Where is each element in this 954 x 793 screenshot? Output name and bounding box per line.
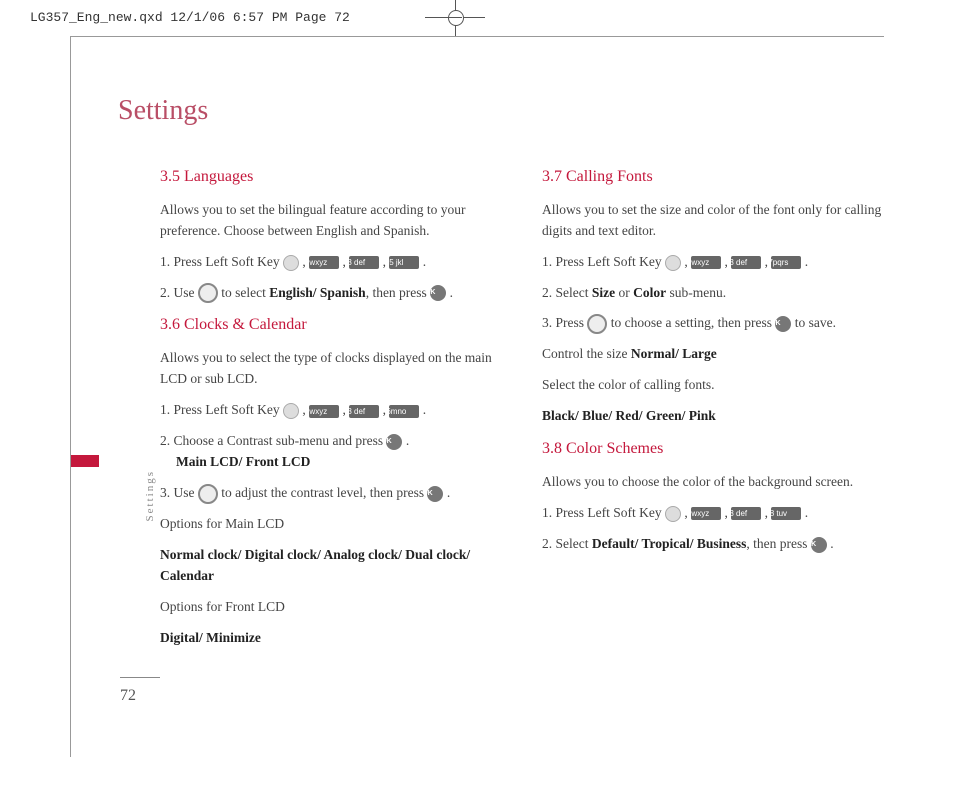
step: 2. Use to select English/ Spanish, then … — [160, 283, 512, 304]
options-values: Digital/ Minimize — [160, 628, 512, 649]
main-content: 3.5 Languages Allows you to set the bili… — [160, 165, 894, 658]
side-label: Settings — [144, 470, 156, 521]
key-5-icon: 5 jkl — [389, 256, 419, 269]
section-intro: Allows you to choose the color of the ba… — [542, 472, 894, 493]
key-6-icon: 6mno — [389, 405, 419, 418]
right-column: 3.7 Calling Fonts Allows you to set the … — [542, 165, 894, 658]
chapter-title: Settings — [118, 95, 208, 127]
step: 1. Press Left Soft Key , 9wxyz , 3 def ,… — [542, 252, 894, 273]
left-softkey-icon — [665, 255, 681, 271]
section-heading-3-6: 3.6 Clocks & Calendar — [160, 313, 512, 338]
step: 3. Use to adjust the contrast level, the… — [160, 483, 512, 504]
key-9-icon: 9wxyz — [691, 507, 721, 520]
step: 1. Press Left Soft Key , 9wxyz , 3 def ,… — [160, 252, 512, 273]
footer-divider — [120, 677, 160, 678]
left-softkey-icon — [283, 403, 299, 419]
key-3-icon: 3 def — [731, 507, 761, 520]
page-number: 72 — [120, 687, 136, 705]
options-label: Options for Main LCD — [160, 514, 512, 535]
document-header: LG357_Eng_new.qxd 12/1/06 6:57 PM Page 7… — [30, 10, 350, 25]
registration-mark — [448, 10, 464, 26]
color-options: Black/ Blue/ Red/ Green/ Pink — [542, 406, 894, 427]
key-3-icon: 3 def — [349, 405, 379, 418]
options-values: Normal clock/ Digital clock/ Analog cloc… — [160, 545, 512, 587]
left-column: 3.5 Languages Allows you to set the bili… — [160, 165, 512, 658]
key-9-icon: 9wxyz — [691, 256, 721, 269]
section-heading-3-5: 3.5 Languages — [160, 165, 512, 190]
page-border — [70, 36, 884, 37]
step: 2. Select Size or Color sub-menu. — [542, 283, 894, 304]
key-9-icon: 9wxyz — [309, 256, 339, 269]
key-3-icon: 3 def — [731, 256, 761, 269]
key-3-icon: 3 def — [349, 256, 379, 269]
section-heading-3-7: 3.7 Calling Fonts — [542, 165, 894, 190]
key-7-icon: 7pqrs — [771, 256, 801, 269]
step: 2. Select Default/ Tropical/ Business, t… — [542, 534, 894, 555]
section-intro: Allows you to select the type of clocks … — [160, 348, 512, 390]
step: 1. Press Left Soft Key , 9wxyz , 3 def ,… — [160, 400, 512, 421]
step: 1. Press Left Soft Key , 9wxyz , 3 def ,… — [542, 503, 894, 524]
ok-key-icon: OK — [430, 285, 446, 301]
ok-key-icon: OK — [427, 486, 443, 502]
select-color: Select the color of calling fonts. — [542, 375, 894, 396]
left-softkey-icon — [665, 506, 681, 522]
page-border — [70, 36, 71, 757]
key-8-icon: 8 tuv — [771, 507, 801, 520]
nav-key-icon — [587, 314, 607, 334]
section-intro: Allows you to set the bilingual feature … — [160, 200, 512, 242]
nav-key-icon — [198, 484, 218, 504]
step: 3. Press to choose a setting, then press… — [542, 313, 894, 334]
section-intro: Allows you to set the size and color of … — [542, 200, 894, 242]
ok-key-icon: OK — [775, 316, 791, 332]
crop-mark — [448, 17, 462, 18]
side-tab — [71, 455, 99, 467]
ok-key-icon: OK — [811, 537, 827, 553]
section-heading-3-8: 3.8 Color Schemes — [542, 437, 894, 462]
step: 2. Choose a Contrast sub-menu and press … — [160, 431, 512, 473]
key-9-icon: 9wxyz — [309, 405, 339, 418]
left-softkey-icon — [283, 255, 299, 271]
options-label: Options for Front LCD — [160, 597, 512, 618]
nav-key-icon — [198, 283, 218, 303]
control-size: Control the size Normal/ Large — [542, 344, 894, 365]
ok-key-icon: OK — [386, 434, 402, 450]
